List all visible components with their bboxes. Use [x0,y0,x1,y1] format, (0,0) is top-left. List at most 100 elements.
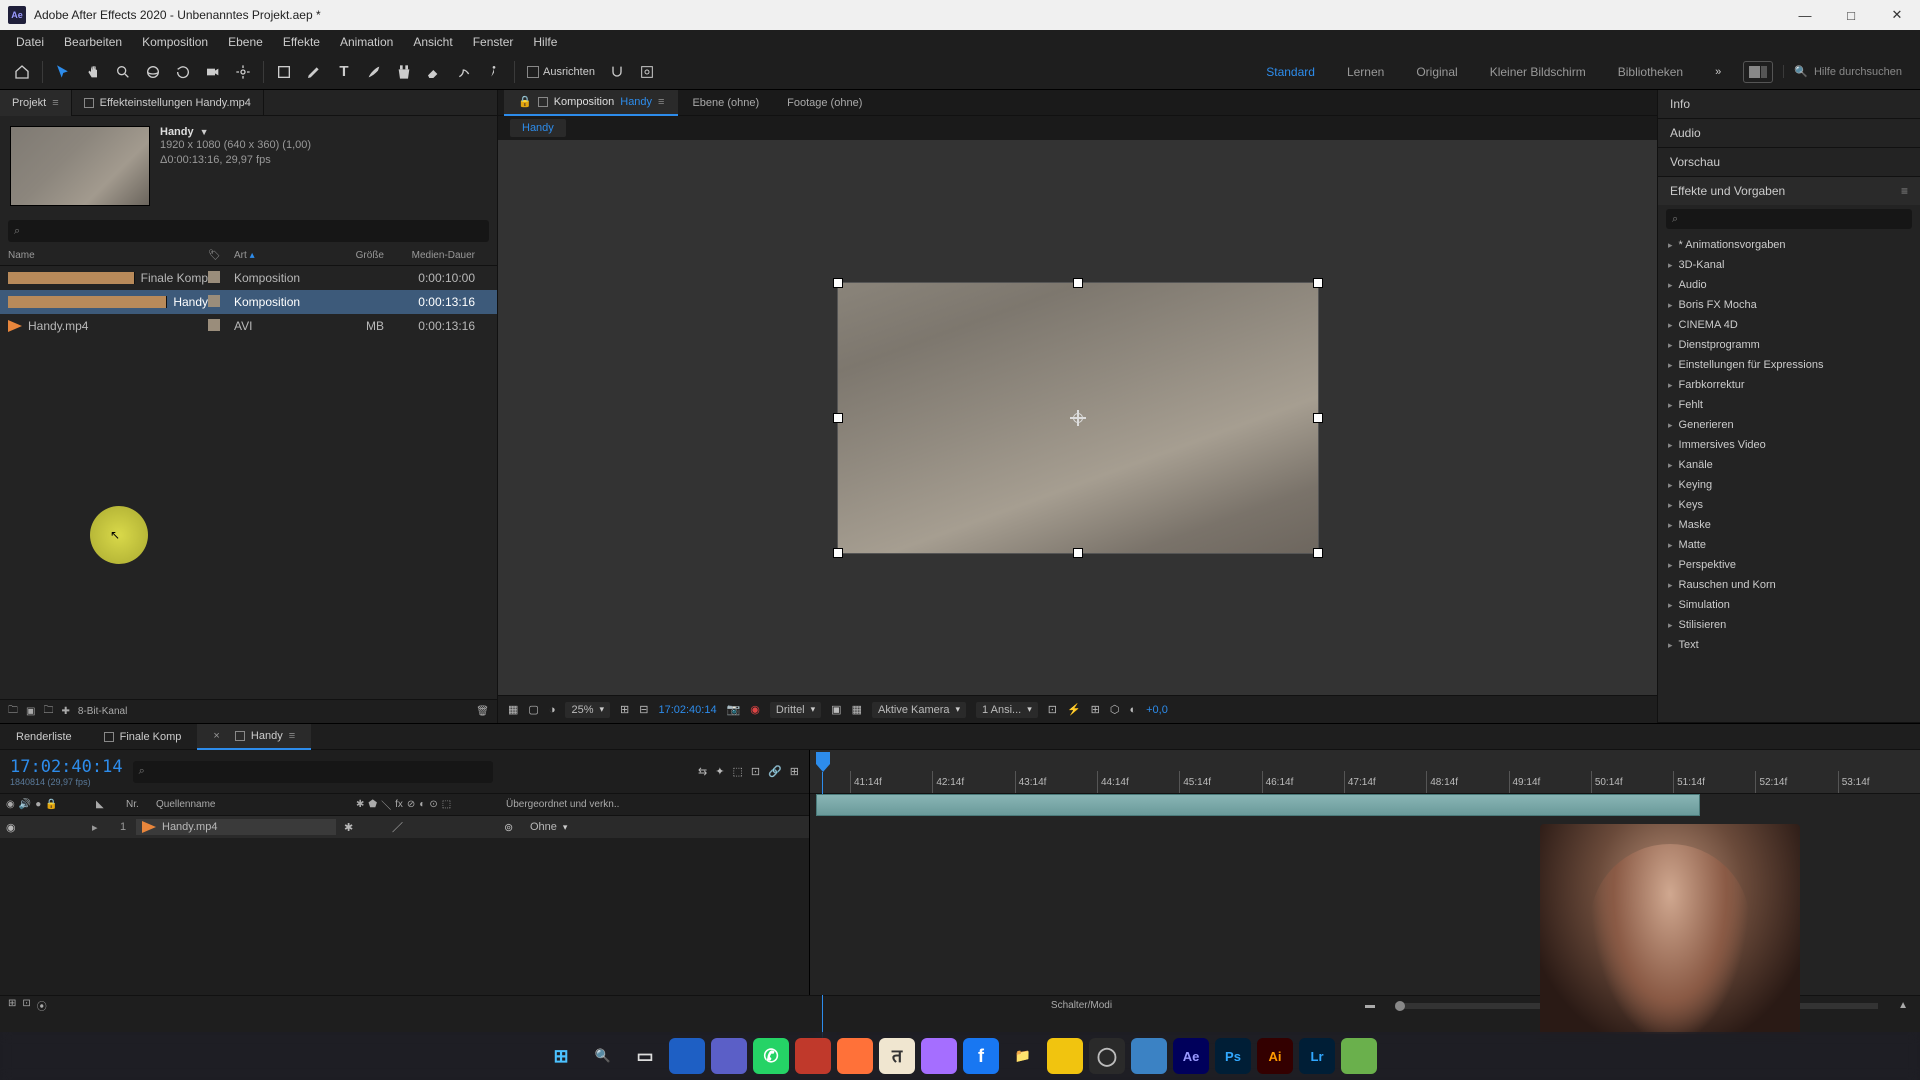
taskbar-app-teams-icon[interactable] [711,1038,747,1074]
label-color-swatch[interactable] [208,271,220,283]
snap-tool-icon[interactable] [603,58,631,86]
workspace-biblio[interactable]: Bibliotheken [1618,65,1683,79]
ruler-tick[interactable]: 46:14f [1262,771,1344,793]
ruler-tick[interactable]: 51:14f [1673,771,1755,793]
project-empty-area[interactable]: ↖ [0,338,497,699]
effect-category-item[interactable]: ▸3D-Kanal [1658,255,1920,275]
effect-category-item[interactable]: ▸Kanäle [1658,455,1920,475]
taskbar-app-yellow-icon[interactable] [1047,1038,1083,1074]
taskbar-app-green-icon[interactable] [1341,1038,1377,1074]
tl-tool-icon[interactable]: ⬚ [732,765,742,778]
workspace-standard[interactable]: Standard [1266,65,1315,79]
composition-canvas[interactable] [838,283,1318,553]
label-color-swatch[interactable] [208,319,220,331]
menu-ansicht[interactable]: Ansicht [403,32,462,52]
taskbar-task-view-icon[interactable]: ▭ [627,1038,663,1074]
tl-tool-icon[interactable]: ✦ [715,765,724,778]
effect-category-item[interactable]: ▸Boris FX Mocha [1658,295,1920,315]
zoom-out-icon[interactable]: ▬ [1365,1000,1375,1011]
timeline-search-input[interactable]: ⌕ [133,761,493,783]
switch-icon[interactable]: ⬚ [442,799,451,810]
rect-tool-icon[interactable] [270,58,298,86]
workspace-lernen[interactable]: Lernen [1347,65,1384,79]
col-name[interactable]: Name [8,250,208,261]
effects-search-input[interactable]: ⌕ [1666,209,1912,229]
channel-icon[interactable]: ◉ [750,703,760,716]
resize-handle[interactable] [1314,549,1322,557]
layer-switch[interactable]: ／ [392,819,416,835]
tab-renderliste[interactable]: Renderliste [0,724,88,750]
timeline-timecode[interactable]: 17:02:40:14 [10,757,123,777]
effect-category-item[interactable]: ▸Maske [1658,515,1920,535]
switch-icon[interactable]: ✱ [356,799,364,810]
timeline-layer-row[interactable]: ◉ ▸ 1 Handy.mp4 ✱ ／ ⊚ Ohne▾ [0,816,809,838]
panel-effects-presets[interactable]: Effekte und Vorgaben≡ [1658,177,1920,205]
col-dur[interactable]: Medien-Dauer [384,250,489,261]
taskbar-explorer-icon[interactable]: 📁 [1005,1038,1041,1074]
menu-komposition[interactable]: Komposition [132,32,218,52]
resize-handle[interactable] [1314,414,1322,422]
parent-select[interactable]: Ohne▾ [524,819,634,835]
ruler-tick[interactable]: 53:14f [1838,771,1920,793]
taskbar-app-note-icon[interactable] [1131,1038,1167,1074]
layer-expand-icon[interactable]: ▸ [92,821,110,834]
tab-composition[interactable]: 🔒 Komposition Handy ≡ [504,90,678,116]
menu-effekte[interactable]: Effekte [273,32,330,52]
menu-animation[interactable]: Animation [330,32,403,52]
zoom-tool-icon[interactable] [109,58,137,86]
brush-tool-icon[interactable] [360,58,388,86]
effect-category-item[interactable]: ▸Text [1658,635,1920,655]
tl-tool-icon[interactable]: ⊡ [751,765,760,778]
effect-category-item[interactable]: ▸Keying [1658,475,1920,495]
pen-tool-icon[interactable] [300,58,328,86]
zoom-in-icon[interactable]: ▲ [1898,1000,1908,1011]
zoom-select[interactable]: 25%▾ [565,702,610,718]
toggle-switches-icon[interactable]: ⊞ [8,998,16,1013]
tab-effect-controls[interactable]: Effekteinstellungen Handy.mp4 [72,90,264,116]
help-search[interactable]: 🔍 Hilfe durchsuchen [1783,65,1912,78]
parent-pick-icon[interactable]: ⊚ [504,821,524,834]
effect-category-item[interactable]: ▸Keys [1658,495,1920,515]
workspace-original[interactable]: Original [1416,65,1457,79]
window-close-button[interactable]: ✕ [1874,0,1920,30]
exposure-value[interactable]: +0,0 [1146,704,1168,716]
grid-icon[interactable]: ⊟ [639,703,648,716]
alpha-toggle-icon[interactable]: ▦ [508,703,518,716]
taskbar-whatsapp-icon[interactable]: ✆ [753,1038,789,1074]
roto-tool-icon[interactable] [450,58,478,86]
toggle-switches-icon[interactable]: ⊡ [22,998,30,1013]
effect-category-item[interactable]: ▸Dienstprogramm [1658,335,1920,355]
taskbar-app-blue-icon[interactable] [669,1038,705,1074]
trash-icon[interactable]: 🗑 [476,706,489,717]
project-item-row[interactable]: Handy.mp4AVI MB0:00:13:16 [0,314,497,338]
clone-tool-icon[interactable] [390,58,418,86]
interpret-footage-icon[interactable]: 🗀 [8,703,18,720]
effect-category-item[interactable]: ▸Einstellungen für Expressions [1658,355,1920,375]
taskbar-facebook-icon[interactable]: f [963,1038,999,1074]
taskbar-lightroom-icon[interactable]: Lr [1299,1038,1335,1074]
resize-handle[interactable] [1314,279,1322,287]
home-icon[interactable] [8,58,36,86]
effect-category-item[interactable]: ▸Generieren [1658,415,1920,435]
effect-category-item[interactable]: ▸Audio [1658,275,1920,295]
project-item-row[interactable]: HandyKomposition0:00:13:16 [0,290,497,314]
menu-hilfe[interactable]: Hilfe [523,32,567,52]
resize-handle[interactable] [1074,549,1082,557]
layer-visibility-icon[interactable]: ◉ [6,821,20,834]
resize-handle[interactable] [834,549,842,557]
timeline-sync-icon[interactable]: ⊞ [1091,703,1100,716]
camera-tool-icon[interactable] [199,58,227,86]
switch-icon[interactable]: ◐ [419,799,425,810]
switches-modes-toggle[interactable]: Schalter/Modi [810,1000,1353,1011]
align-checkbox[interactable]: Ausrichten [521,66,601,78]
tab-layer[interactable]: Ebene (ohne) [678,90,773,116]
taskbar-firefox-icon[interactable] [837,1038,873,1074]
project-item-row[interactable]: Finale KompKomposition0:00:10:00 [0,266,497,290]
ruler-tick[interactable]: 44:14f [1097,771,1179,793]
effect-category-item[interactable]: ▸* Animationsvorgaben [1658,235,1920,255]
ruler-tick[interactable]: 43:14f [1015,771,1097,793]
new-folder-icon[interactable]: 🗀 [43,703,53,720]
ruler-tick[interactable]: 49:14f [1509,771,1591,793]
label-color-swatch[interactable] [208,295,220,307]
exposure-reset-icon[interactable]: ◐ [1129,704,1136,716]
